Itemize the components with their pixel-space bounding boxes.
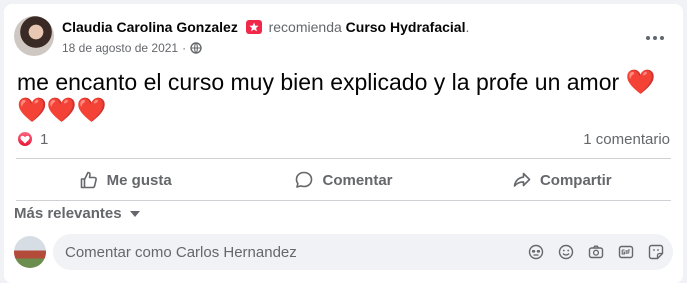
user-avatar[interactable] bbox=[14, 236, 46, 268]
heart-emoji: ❤️ bbox=[625, 68, 656, 96]
more-options-button[interactable] bbox=[641, 24, 669, 52]
comment-bubble-icon bbox=[296, 171, 313, 188]
heart-emojis: ❤️❤️❤️ bbox=[17, 96, 107, 124]
recommends-text: recomienda bbox=[268, 19, 342, 35]
globe-icon bbox=[190, 42, 202, 54]
recommendation-star-icon bbox=[245, 20, 262, 34]
comment-label: Comentar bbox=[322, 171, 393, 189]
author-name[interactable]: Claudia Carolina Gonzalez bbox=[62, 19, 238, 35]
comment-count[interactable]: 1 comentario bbox=[583, 131, 670, 148]
comment-button[interactable]: Comentar bbox=[234, 162, 452, 198]
camera-icon[interactable] bbox=[587, 243, 605, 261]
post-card: Claudia Carolina Gonzalez recomienda Cur… bbox=[4, 4, 683, 283]
comment-box bbox=[53, 234, 673, 270]
post-actions: Me gusta Comentar Compartir bbox=[16, 162, 671, 198]
love-reaction-icon bbox=[16, 130, 34, 148]
emoji-icon[interactable] bbox=[557, 243, 575, 261]
reactions-summary[interactable]: 1 bbox=[16, 130, 48, 148]
thumbs-up-icon bbox=[80, 171, 97, 189]
comment-input[interactable] bbox=[65, 243, 505, 261]
author-avatar[interactable] bbox=[14, 16, 54, 56]
divider bbox=[16, 200, 671, 201]
author-line: Claudia Carolina Gonzalez recomienda Cur… bbox=[62, 19, 469, 35]
sort-label: Más relevantes bbox=[14, 205, 122, 222]
more-dot-icon bbox=[660, 36, 664, 40]
avatar-sticker-icon[interactable] bbox=[527, 243, 545, 261]
gif-icon[interactable] bbox=[617, 243, 635, 261]
sticker-icon[interactable] bbox=[647, 243, 665, 261]
comment-sort-dropdown[interactable]: Más relevantes bbox=[14, 205, 140, 222]
more-dot-icon bbox=[653, 36, 657, 40]
caret-down-icon bbox=[129, 210, 140, 217]
share-button[interactable]: Compartir bbox=[453, 162, 671, 198]
like-button[interactable]: Me gusta bbox=[16, 162, 234, 198]
meta-separator: · bbox=[182, 41, 187, 55]
post-header: Claudia Carolina Gonzalez recomienda Cur… bbox=[14, 14, 673, 58]
comment-composer bbox=[14, 234, 673, 270]
page-suffix: . bbox=[465, 19, 470, 35]
post-text: me encanto el curso muy bien explicado y… bbox=[17, 68, 667, 124]
post-date[interactable]: 18 de agosto de 2021 bbox=[62, 41, 178, 55]
share-arrow-icon bbox=[513, 172, 531, 187]
like-label: Me gusta bbox=[106, 171, 172, 189]
reaction-count: 1 bbox=[40, 130, 49, 148]
share-label: Compartir bbox=[539, 171, 612, 189]
composer-tools bbox=[527, 243, 665, 261]
more-dot-icon bbox=[646, 36, 650, 40]
divider bbox=[16, 158, 671, 159]
post-body: me encanto el curso muy bien explicado y… bbox=[17, 69, 620, 95]
post-meta: 18 de agosto de 2021 · bbox=[62, 41, 202, 55]
page-name[interactable]: Curso Hydrafacial bbox=[346, 19, 466, 35]
